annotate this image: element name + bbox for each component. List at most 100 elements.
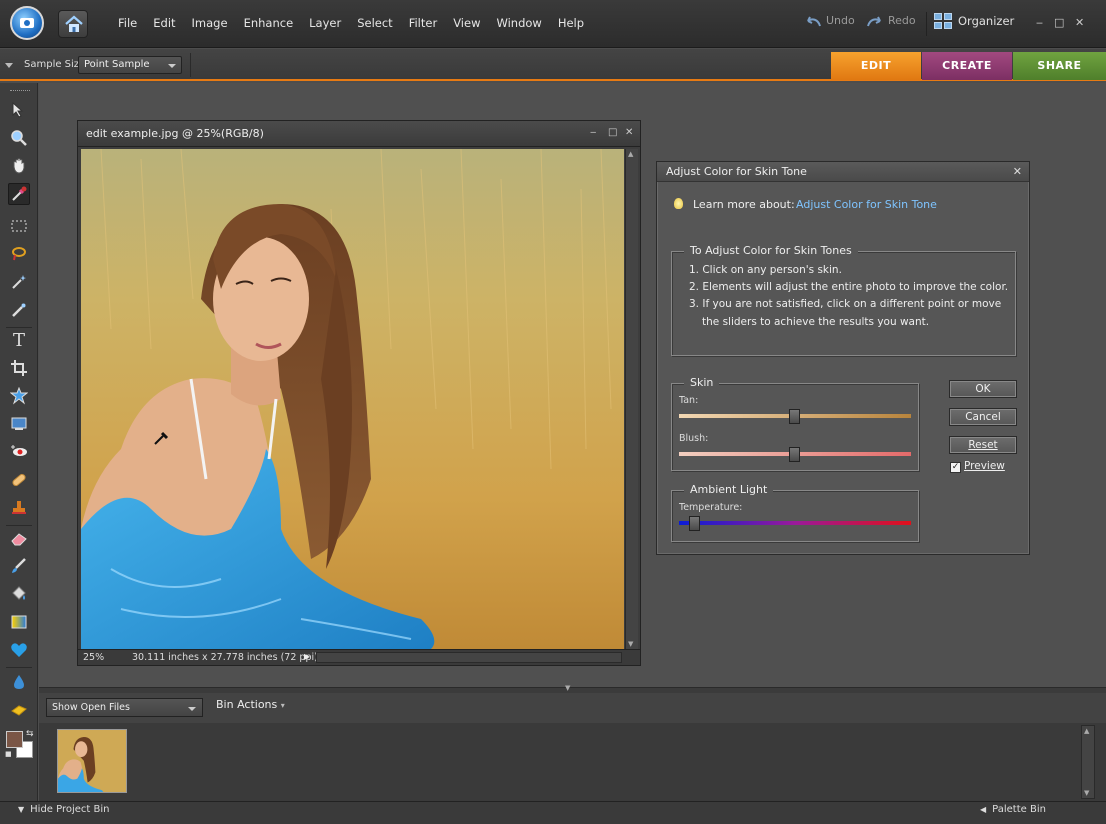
menu-filter[interactable]: Filter [401,16,445,30]
healing-brush-tool-icon[interactable] [8,469,30,491]
close-icon[interactable]: ✕ [1075,16,1084,29]
palette-bin-label: Palette Bin [992,804,1046,815]
toolbox-divider [6,667,32,668]
organizer-button[interactable]: Organizer [934,13,1014,29]
marquee-tool-icon[interactable] [8,215,30,237]
gradient-tool-icon[interactable] [8,611,30,633]
show-files-select[interactable]: Show Open Files [46,698,203,717]
document-titlebar[interactable]: edit example.jpg @ 25%(RGB/8) ‒ □ ✕ [78,121,640,147]
menu-window[interactable]: Window [488,16,549,30]
blur-tool-icon[interactable] [8,671,30,693]
tan-slider-thumb[interactable] [789,409,800,424]
crop-tool-icon[interactable] [8,357,30,379]
learn-more-link[interactable]: Adjust Color for Skin Tone [796,198,937,211]
skin-group: Skin Tan: Blush: [671,376,919,471]
menu-select[interactable]: Select [349,16,400,30]
options-menu-icon[interactable] [5,63,13,68]
status-menu-arrow-icon[interactable]: ▶ [304,652,310,661]
reset-button[interactable]: Reset [949,436,1017,454]
default-colors-icon[interactable]: ■ [5,750,12,758]
hide-project-bin-button[interactable]: ▼ Hide Project Bin [18,804,110,815]
menu-view[interactable]: View [445,16,488,30]
red-eye-tool-icon[interactable] [8,441,30,463]
magic-wand-tool-icon[interactable] [8,271,30,293]
blush-slider-thumb[interactable] [789,447,800,462]
move-tool-icon[interactable] [8,99,30,121]
dialog-close-icon[interactable]: ✕ [1013,165,1022,178]
zoom-tool-icon[interactable] [8,127,30,149]
skin-legend: Skin [684,376,720,389]
doc-maximize-icon[interactable]: □ [608,127,617,138]
lasso-tool-icon[interactable] [8,243,30,265]
selection-brush-tool-icon[interactable] [8,299,30,321]
app-logo-icon[interactable] [10,6,44,40]
bin-scroll-down-icon[interactable]: ▼ [1084,789,1089,797]
type-tool-icon[interactable]: T [8,329,30,351]
home-icon [65,15,83,32]
shape-tool-icon[interactable] [8,639,30,661]
bin-actions-chevron-icon: ▾ [280,701,285,710]
straighten-tool-icon[interactable] [8,413,30,435]
main-menu: File Edit Image Enhance Layer Select Fil… [110,16,592,30]
bin-scrollbar[interactable]: ▲ ▼ [1081,725,1095,799]
bin-scroll-up-icon[interactable]: ▲ [1084,727,1089,735]
instruction-step: 2. Elements will adjust the entire photo… [689,281,1009,294]
zoom-level[interactable]: 25% [83,652,104,663]
ok-button[interactable]: OK [949,380,1017,398]
brush-tool-icon[interactable] [8,555,30,577]
minimize-icon[interactable]: ‒ [1036,16,1043,29]
preview-checkbox[interactable]: ✓ [950,462,961,473]
menu-edit[interactable]: Edit [145,16,183,30]
document-horizontal-scrollbar[interactable] [316,652,622,663]
organizer-icon [934,13,952,29]
toolbox-grip[interactable] [10,90,30,92]
menu-bar: File Edit Image Enhance Layer Select Fil… [0,0,1106,48]
photo-canvas[interactable] [81,149,624,649]
home-button[interactable] [58,10,88,38]
menu-enhance[interactable]: Enhance [236,16,302,30]
document-vertical-scrollbar[interactable]: ▲ ▼ [625,149,638,649]
sponge-tool-icon[interactable] [8,699,30,721]
hand-tool-icon[interactable] [8,155,30,177]
menu-image[interactable]: Image [184,16,236,30]
tab-edit[interactable]: EDIT [831,52,921,80]
doc-minimize-icon[interactable]: ‒ [590,127,596,138]
foreground-color-swatch[interactable] [6,731,23,748]
tab-create[interactable]: CREATE [922,52,1012,80]
swap-colors-icon[interactable]: ⇆ [26,729,34,739]
document-title: edit example.jpg @ 25%(RGB/8) [86,127,264,140]
bin-actions-label: Bin Actions [216,698,278,711]
clone-stamp-tool-icon[interactable] [8,497,30,519]
doc-close-icon[interactable]: ✕ [625,127,633,138]
instructions-list: 1. Click on any person's skin. 2. Elemen… [689,262,1008,331]
bin-collapse-icon[interactable]: ▼ [565,684,570,692]
temperature-slider-thumb[interactable] [689,516,701,531]
tab-share[interactable]: SHARE [1013,52,1106,80]
cookie-cutter-tool-icon[interactable] [8,385,30,407]
menu-help[interactable]: Help [550,16,592,30]
eraser-tool-icon[interactable] [8,527,30,549]
palette-bin-button[interactable]: ◀ Palette Bin [980,804,1046,815]
palette-bin-arrow-icon: ◀ [980,805,987,814]
scroll-up-icon[interactable]: ▲ [628,150,633,158]
eyedropper-tool-icon[interactable] [8,183,30,205]
document-status-bar: 25% 30.111 inches x 27.778 inches (72 pp… [78,649,640,665]
menu-layer[interactable]: Layer [301,16,349,30]
tan-label: Tan: [679,395,699,406]
paint-bucket-tool-icon[interactable] [8,583,30,605]
maximize-icon[interactable]: □ [1054,16,1064,29]
menu-file[interactable]: File [110,16,145,30]
scroll-down-icon[interactable]: ▼ [628,640,633,648]
project-bin: ▲ ▼ [39,723,1106,801]
bin-actions-menu[interactable]: Bin Actions ▾ [216,698,285,711]
sample-size-select[interactable]: Point Sample [78,56,182,74]
photo-thumbnail[interactable] [57,729,127,793]
redo-button[interactable]: Redo [866,14,916,27]
temperature-slider-track[interactable] [679,521,911,525]
status-bar: ▼ Hide Project Bin ◀ Palette Bin [0,801,1106,824]
dialog-titlebar[interactable]: Adjust Color for Skin Tone ✕ [657,162,1029,182]
undo-button[interactable]: Undo [804,14,855,27]
dialog-title: Adjust Color for Skin Tone [666,165,807,178]
ambient-light-group: Ambient Light Temperature: [671,483,919,542]
cancel-button[interactable]: Cancel [949,408,1017,426]
